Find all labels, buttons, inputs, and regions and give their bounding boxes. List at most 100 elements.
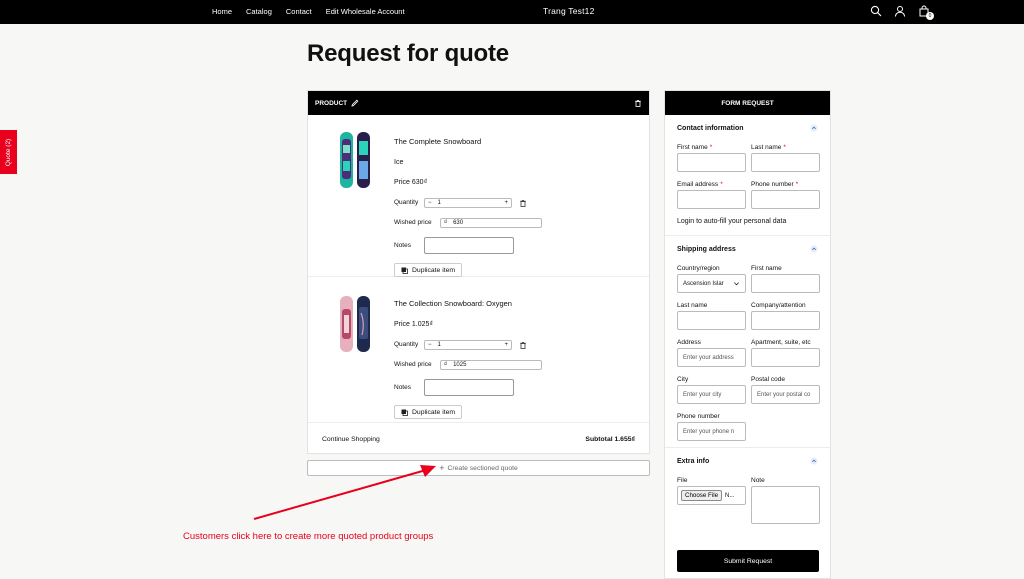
nav-home[interactable]: Home xyxy=(212,7,232,16)
first-name-input[interactable] xyxy=(677,153,746,172)
last-name-field: Last name * xyxy=(751,141,820,172)
country-select[interactable]: Ascension Islar xyxy=(677,274,746,293)
trash-icon[interactable] xyxy=(634,99,642,107)
phone-input[interactable] xyxy=(751,190,820,209)
quantity-value[interactable]: 1 xyxy=(432,200,505,206)
apartment-input[interactable] xyxy=(751,348,820,367)
email-input[interactable] xyxy=(677,190,746,209)
quantity-row: Quantity − 1 + xyxy=(394,197,542,208)
last-name-label: Last name xyxy=(751,143,782,151)
notes-label: Notes xyxy=(394,384,411,391)
shipping-phone-field: Phone number Enter your phone n xyxy=(677,410,746,441)
currency-symbol: ₫ xyxy=(444,219,448,226)
pencil-icon[interactable] xyxy=(351,99,359,107)
continue-shopping-link[interactable]: Continue Shopping xyxy=(322,436,380,443)
shipping-first-name-field: First name xyxy=(751,262,820,293)
choose-file-button[interactable]: Choose File xyxy=(681,490,723,501)
login-autofill-link[interactable]: Login to auto-fill your personal data xyxy=(677,215,818,235)
contact-section-header[interactable]: Contact information xyxy=(677,115,818,141)
wished-price-input[interactable]: ₫ 630 xyxy=(440,217,542,228)
product-name[interactable]: The Collection Snowboard: Oxygen xyxy=(394,299,542,308)
product-price: Price 1.025₫ xyxy=(394,321,434,328)
duplicate-item-button[interactable]: Duplicate item xyxy=(394,263,463,277)
quantity-stepper[interactable]: − 1 + xyxy=(424,197,512,208)
address-input[interactable]: Enter your address xyxy=(677,348,746,367)
snowboard-ice-image xyxy=(340,132,370,188)
increment-button[interactable]: + xyxy=(504,200,508,206)
city-field: City Enter your city xyxy=(677,373,746,404)
chevron-down-icon xyxy=(734,282,739,286)
duplicate-item-button[interactable]: Duplicate item xyxy=(394,405,463,419)
last-name-input[interactable] xyxy=(751,153,820,172)
nav-contact[interactable]: Contact xyxy=(286,7,312,16)
product-panel-header: PRODUCT xyxy=(308,91,649,115)
plus-icon: + xyxy=(439,463,445,473)
extra-section-header[interactable]: Extra info xyxy=(677,448,818,474)
file-input[interactable]: Choose File N... xyxy=(677,486,746,505)
shipping-last-name-label: Last name xyxy=(677,301,708,309)
notes-row: Notes xyxy=(394,237,542,254)
required-mark: * xyxy=(720,180,723,188)
quote-item: The Complete Snowboard Ice Price 630₫ Qu… xyxy=(308,115,649,277)
required-mark: * xyxy=(709,143,713,151)
chevron-up-icon[interactable] xyxy=(810,124,818,132)
remove-item-trash-icon[interactable] xyxy=(519,199,527,207)
country-value: Ascension Islar xyxy=(683,280,724,287)
shipping-first-name-label: First name xyxy=(751,264,782,272)
phone-field: Phone number * xyxy=(751,178,820,209)
contact-section-title: Contact information xyxy=(677,124,744,132)
email-label-row: Email address * xyxy=(677,178,746,190)
annotation-text: Customers click here to create more quot… xyxy=(183,531,434,542)
email-field: Email address * xyxy=(677,178,746,209)
account-icon[interactable] xyxy=(894,5,906,17)
submit-request-button[interactable]: Submit Request xyxy=(677,550,819,572)
item-details: The Complete Snowboard Ice Price 630₫ Qu… xyxy=(394,137,542,277)
product-name[interactable]: The Complete Snowboard xyxy=(394,137,542,146)
notes-textarea[interactable] xyxy=(424,237,514,254)
city-input[interactable]: Enter your city xyxy=(677,385,746,404)
shipping-address-section: Shipping address Country/region Ascensio… xyxy=(665,236,830,448)
quote-side-tab[interactable]: Quote (2) xyxy=(0,130,17,174)
shipping-section-header[interactable]: Shipping address xyxy=(677,236,818,262)
shipping-fields: Country/region Ascension Islar First nam… xyxy=(677,262,820,447)
wished-price-label: Wished price xyxy=(394,361,432,368)
quantity-value[interactable]: 1 xyxy=(432,342,505,348)
notes-textarea[interactable] xyxy=(424,379,514,396)
main-nav: Home Catalog Contact Edit Wholesale Acco… xyxy=(212,7,405,16)
quantity-label: Quantity xyxy=(394,341,419,348)
quantity-stepper[interactable]: − 1 + xyxy=(424,339,512,350)
contact-fields: First name * Last name * Email address * Ph… xyxy=(677,141,820,215)
company-input[interactable] xyxy=(751,311,820,330)
product-header-label: PRODUCT xyxy=(315,99,348,107)
wished-price-value: 630 xyxy=(453,219,464,226)
product-price: Price 630₫ xyxy=(394,179,428,186)
subtotal: Subtotal 1.655₫ xyxy=(585,435,635,443)
chevron-up-icon[interactable] xyxy=(810,245,818,253)
header-icons: 0 xyxy=(870,5,934,20)
increment-button[interactable]: + xyxy=(504,342,508,348)
postal-code-label: Postal code xyxy=(751,375,785,383)
postal-code-input[interactable]: Enter your postal co xyxy=(751,385,820,404)
cart-button[interactable]: 0 xyxy=(918,5,934,20)
shipping-first-name-input[interactable] xyxy=(751,274,820,293)
file-field: File Choose File N... xyxy=(677,474,746,524)
note-textarea[interactable] xyxy=(751,486,820,524)
remove-item-trash-icon[interactable] xyxy=(519,341,527,349)
shipping-last-name-input[interactable] xyxy=(677,311,746,330)
search-icon[interactable] xyxy=(870,5,882,17)
shipping-phone-label: Phone number xyxy=(677,412,720,420)
shipping-phone-input[interactable]: Enter your phone n xyxy=(677,422,746,441)
chevron-up-icon[interactable] xyxy=(810,457,818,465)
company-field: Company/attention xyxy=(751,299,820,330)
store-brand[interactable]: Trang Test12 xyxy=(543,6,595,16)
nav-edit-wholesale-account[interactable]: Edit Wholesale Account xyxy=(326,7,405,16)
required-mark: * xyxy=(795,180,799,188)
file-status: N... xyxy=(725,492,735,499)
address-field: Address Enter your address xyxy=(677,336,746,367)
wished-price-input[interactable]: ₫ 1025 xyxy=(440,359,542,370)
product-panel-footer: Continue Shopping Subtotal 1.655₫ xyxy=(308,423,649,455)
nav-catalog[interactable]: Catalog xyxy=(246,7,272,16)
annotation-arrow xyxy=(253,465,436,520)
last-name-label-row: Last name * xyxy=(751,141,820,153)
duplicate-item-label: Duplicate item xyxy=(412,408,456,416)
